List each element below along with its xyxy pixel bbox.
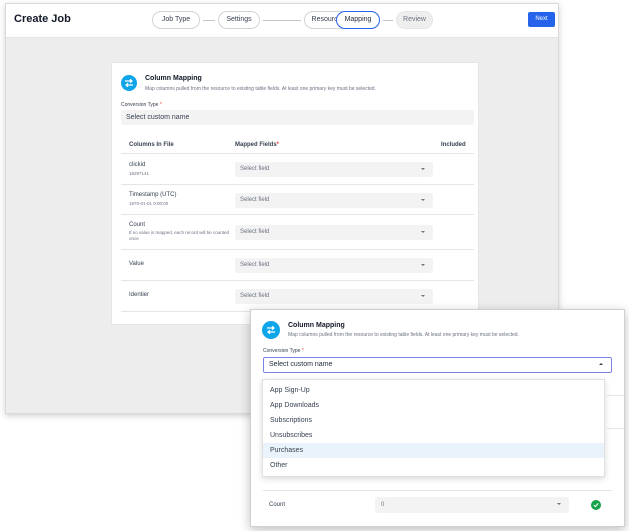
row-name-count: Count [129,222,146,228]
included-check-icon[interactable] [591,500,601,510]
row-name-identifier: Identier [129,292,150,298]
swap-arrows-icon [121,75,137,91]
row-name-count: Count [269,502,286,508]
step-connector [383,20,393,21]
step-connector [203,20,215,21]
conversion-type-select-open[interactable]: Select custom name [263,357,612,373]
step-job-type[interactable]: Job Type [152,11,200,29]
row-divider [121,214,474,215]
header-included: Included [441,142,466,148]
field-select-clickid[interactable]: Select field [235,162,433,177]
field-select-count[interactable]: 0 [375,497,569,513]
option-other[interactable]: Other [263,458,604,473]
chevron-down-icon [421,264,425,266]
top-bar: Create Job Job Type Settings Resource Ma… [6,4,558,38]
conversion-type-select[interactable]: Select custom name [121,110,474,125]
field-select-count[interactable]: Select field [235,225,433,240]
row-sub: If no value is mapped, each record will … [129,230,230,241]
row-sub: 1970-01-01 0:00:00 [129,201,169,206]
conversion-type-label: Conversion Type * [121,102,162,108]
card-title: Column Mapping [288,322,345,329]
step-mapping[interactable]: Mapping [336,11,380,29]
row-name-timestamp: Timestamp (UTC) [129,192,177,198]
option-app-sign-up[interactable]: App Sign-Up [263,383,604,398]
card-subtitle: Map columns pulled from the resource to … [145,86,376,92]
card-subtitle: Map columns pulled from the resource to … [288,332,519,338]
chevron-down-icon [421,199,425,201]
field-select-identifier[interactable]: Select field [235,289,433,304]
chevron-up-icon [599,363,603,365]
column-mapping-zoom-window: Column Mapping Map columns pulled from t… [250,309,625,527]
chevron-down-icon [557,503,561,505]
row-divider [263,490,612,491]
chevron-down-icon [421,295,425,297]
option-subscriptions[interactable]: Subscriptions [263,413,604,428]
chevron-down-icon [421,231,425,233]
card-title: Column Mapping [145,75,202,82]
chevron-down-icon [421,168,425,170]
step-review[interactable]: Review [396,11,433,29]
conversion-type-label: Conversion Type * [263,348,304,354]
swap-arrows-icon [262,321,280,339]
row-name-clickid: clickid [129,162,146,168]
row-divider [121,249,474,250]
page-title: Create Job [14,13,71,25]
option-unsubscribes[interactable]: Unsubscribes [263,428,604,443]
conversion-type-dropdown: App Sign-Up App Downloads Subscriptions … [262,379,605,477]
required-mark: * [301,348,304,354]
field-select-timestamp[interactable]: Select field [235,193,433,208]
row-divider [607,428,624,429]
option-purchases[interactable]: Purchases [263,443,604,458]
row-divider [607,395,624,396]
header-mapped-fields: Mapped Fields* [235,142,280,148]
row-divider [121,153,474,154]
option-app-downloads[interactable]: App Downloads [263,398,604,413]
row-sub: 18297141 [129,171,150,176]
row-name-value: Value [129,261,144,267]
stage: Create Job Job Type Settings Resource Ma… [0,0,629,531]
step-settings[interactable]: Settings [218,11,260,29]
row-divider [121,184,474,185]
row-divider [121,280,474,281]
column-mapping-card: Column Mapping Map columns pulled from t… [111,62,479,325]
step-connector [263,20,301,21]
required-mark: * [159,102,162,108]
header-columns-in-file: Columns In File [129,142,174,148]
next-button[interactable]: Next [528,12,555,27]
field-select-value[interactable]: Select field [235,258,433,273]
